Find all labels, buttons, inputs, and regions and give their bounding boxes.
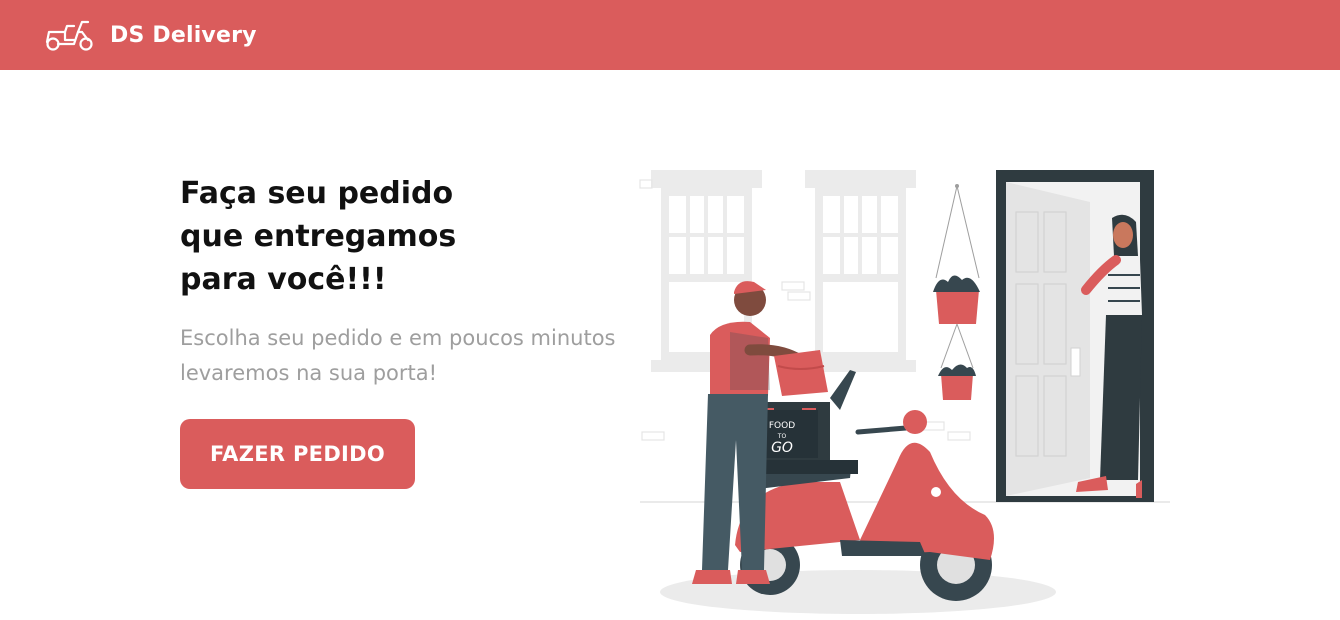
navbar: DS Delivery [0,0,1340,70]
box-label-go: GO [771,440,793,456]
plant-pot-icon [933,184,980,400]
delivery-illustration: FOOD TO GO [639,170,1170,614]
brand-link[interactable]: DS Delivery [44,18,257,52]
order-button[interactable]: FAZER PEDIDO [180,419,415,489]
brand-name: DS Delivery [110,22,257,48]
window-right-icon [805,170,916,372]
box-label-to: TO [777,433,787,440]
hero-section: Faça seu pedido que entregamos para você… [180,172,640,391]
hero-subtitle: Escolha seu pedido e em poucos minutos l… [180,326,616,385]
hero-title: Faça seu pedido que entregamos para você… [180,176,457,297]
scooter-illustration-icon: FOOD TO GO [735,370,994,601]
box-label-food: FOOD [769,421,795,431]
scooter-icon [45,20,93,51]
